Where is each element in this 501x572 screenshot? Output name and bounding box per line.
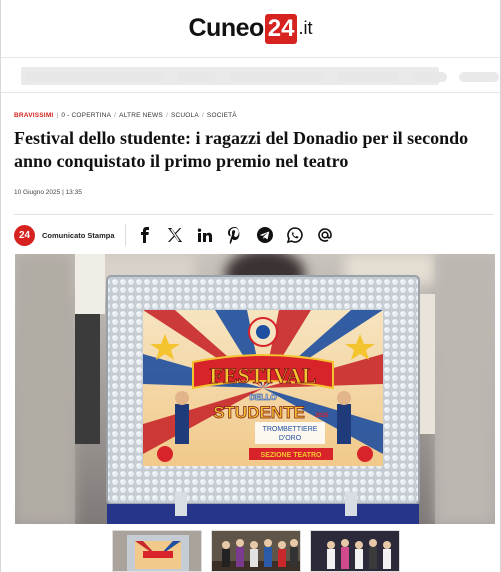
- whatsapp-icon[interactable]: [286, 226, 304, 244]
- site-header: Cuneo 24 .it: [1, 0, 500, 58]
- category-navbar[interactable]: [1, 58, 500, 93]
- plaque-section-text: SEZIONE TEATRO: [261, 452, 322, 459]
- x-icon[interactable]: [166, 226, 184, 244]
- breadcrumb-separator: |: [56, 112, 59, 119]
- breadcrumb-item[interactable]: SOCIETÀ: [207, 112, 237, 119]
- share-bar: 24 Comunicato Stampa: [14, 222, 346, 248]
- breadcrumb-separator: /: [114, 112, 117, 119]
- plaque-studente-text: STUDENTE: [213, 403, 305, 422]
- breadcrumb-item[interactable]: 0 - COPERTINA: [61, 112, 111, 119]
- facebook-icon[interactable]: [136, 226, 154, 244]
- email-icon[interactable]: [316, 226, 334, 244]
- nav-item-blurred[interactable]: [459, 72, 499, 82]
- divider: [124, 224, 126, 246]
- article-title: Festival dello studente: i ragazzi del D…: [14, 128, 469, 171]
- plaque-award-line1: TROMBETTIERE: [263, 426, 318, 433]
- plaque-award-line2: D'ORO: [279, 435, 302, 442]
- plaque-festival-text: FESTIVAL: [209, 363, 316, 388]
- linkedin-icon[interactable]: [196, 226, 214, 244]
- breadcrumb: BRAVISSIMI | 0 - COPERTINA / ALTRE NEWS / SCUO…: [14, 112, 237, 119]
- logo-number: 24: [264, 13, 298, 44]
- divider: [14, 214, 494, 215]
- plaque-year-text: 2025: [315, 413, 329, 419]
- logo-tld: .it: [298, 18, 313, 38]
- nav-blur-overlay: [21, 67, 439, 85]
- article-date: 10 Giugno 2025 | 13:35: [14, 189, 82, 196]
- hero-image[interactable]: FESTIVAL DELLO STUDENTE 2025 TROMBETTIER…: [15, 254, 495, 524]
- logo-word: Cuneo: [188, 14, 265, 42]
- breadcrumb-separator: /: [165, 112, 168, 119]
- telegram-icon[interactable]: [256, 226, 274, 244]
- author-avatar[interactable]: 24: [14, 224, 35, 246]
- thumbnail-plaque[interactable]: [112, 530, 202, 572]
- breadcrumb-item[interactable]: ALTRE NEWS: [119, 112, 163, 119]
- pinterest-icon[interactable]: [226, 226, 244, 244]
- plaque-dello-text: DELLO: [249, 393, 276, 402]
- breadcrumb-item[interactable]: BRAVISSIMI: [14, 112, 53, 119]
- breadcrumb-separator: /: [201, 112, 204, 119]
- thumbnail-strip: [112, 530, 400, 572]
- thumbnail-students[interactable]: [310, 530, 400, 572]
- breadcrumb-item[interactable]: SCUOLA: [171, 112, 199, 119]
- award-plaque-photo: FESTIVAL DELLO STUDENTE 2025 TROMBETTIER…: [15, 254, 495, 524]
- site-logo[interactable]: Cuneo 24 .it: [188, 13, 313, 44]
- thumbnail-group[interactable]: [211, 530, 301, 572]
- author-name[interactable]: Comunicato Stampa: [42, 231, 115, 240]
